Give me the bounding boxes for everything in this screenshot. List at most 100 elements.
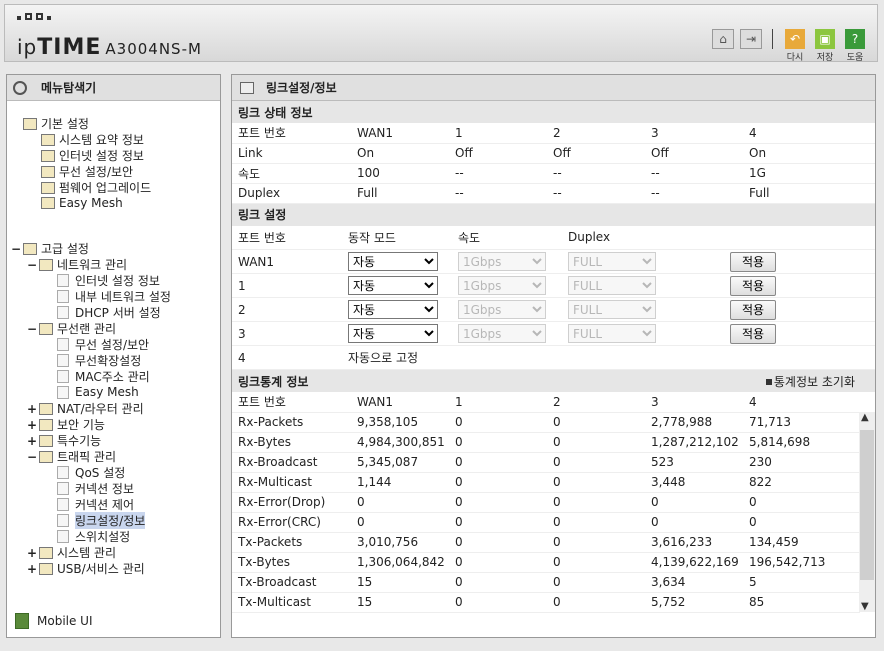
menu-special[interactable]: + 특수기능 (27, 432, 101, 449)
port-label: WAN1 (232, 249, 342, 274)
folder-icon (39, 322, 53, 335)
table-cell: Full (351, 183, 449, 204)
table-cell: Rx-Multicast (232, 472, 351, 493)
table-row: Rx-Multicast 1,144 0 0 3,448 822 (232, 472, 860, 493)
menu-traffic[interactable]: − 트래픽 관리 (27, 448, 116, 465)
mode-select[interactable]: 자동 (348, 300, 438, 319)
table-cell: 0 (743, 492, 860, 513)
menu-item[interactable]: 무선 설정/보안 (41, 163, 133, 180)
menu-security[interactable]: + 보안 기능 (27, 416, 105, 433)
menu-network[interactable]: − 네트워크 관리 (27, 256, 127, 273)
scrollbar-thumb[interactable] (860, 430, 874, 580)
help-icon: ? (845, 29, 865, 49)
column-header: 4 (743, 123, 875, 144)
menu-item[interactable]: Easy Mesh (41, 196, 123, 210)
menu-item[interactable]: DHCP 서버 설정 (57, 304, 161, 321)
folder-icon (39, 258, 53, 271)
table-cell: Rx-Broadcast (232, 452, 351, 473)
apply-button[interactable]: 적용 (730, 275, 776, 296)
table-cell: Tx-Multicast (232, 592, 351, 613)
apply-button[interactable]: 적용 (730, 251, 776, 272)
chevron-up-icon[interactable]: ▲ (861, 412, 869, 423)
table-cell: 0 (547, 492, 645, 513)
menu-item[interactable]: MAC주소 관리 (57, 368, 150, 385)
menu-usb[interactable]: + USB/서비스 관리 (27, 560, 145, 577)
folder-icon (39, 450, 53, 463)
menu-item[interactable]: Easy Mesh (57, 385, 139, 399)
sidebar-header: 메뉴탐색기 (7, 75, 220, 101)
table-cell: 5,345,087 (351, 452, 449, 473)
table-cell: 5 (743, 572, 860, 593)
menu-item[interactable]: 인터넷 설정 정보 (41, 147, 144, 164)
table-row: WAN1 자동 1Gbps FULL 적용 (232, 249, 875, 274)
table-row: Rx-Error(Drop) 0 0 0 0 0 (232, 492, 860, 513)
menu-nat[interactable]: + NAT/라우터 관리 (27, 400, 144, 417)
menu-item[interactable]: 스위치설정 (57, 528, 130, 545)
menu-item[interactable]: 무선 설정/보안 (57, 336, 149, 353)
page-icon (57, 354, 69, 367)
menu-item[interactable]: 커넥션 제어 (57, 496, 134, 513)
redo-icon: ↶ (785, 29, 805, 49)
redo-button[interactable]: ↶ 다시 (783, 29, 807, 63)
table-cell: Off (645, 143, 743, 164)
table-cell: 0 (449, 532, 547, 553)
page-icon (57, 498, 69, 511)
menu-system[interactable]: + 시스템 관리 (27, 544, 116, 561)
page-icon (57, 338, 69, 351)
mode-select[interactable]: 자동 (348, 252, 438, 271)
page-icon (41, 165, 55, 178)
apply-button[interactable]: 적용 (730, 323, 776, 344)
section-link-stats: 링크통계 정보 통계정보 초기화 (232, 370, 875, 392)
table-cell: 0 (449, 552, 547, 573)
table-cell: Tx-Bytes (232, 552, 351, 573)
table-cell: 5,814,698 (743, 432, 860, 453)
menu-item[interactable]: 커넥션 정보 (57, 480, 134, 497)
table-cell: -- (645, 163, 743, 184)
search-icon (13, 80, 27, 95)
page-title: 링크설정/정보 (232, 75, 875, 101)
mode-select[interactable]: 자동 (348, 324, 438, 343)
table-row: Tx-Packets 3,010,756 0 0 3,616,233 134,459 (232, 532, 860, 553)
logout-icon[interactable]: ⇥ (740, 29, 762, 49)
table-cell: 71,713 (743, 412, 860, 433)
folder-icon (39, 434, 53, 447)
table-cell: 0 (449, 472, 547, 493)
menu-advanced[interactable]: − 고급 설정 (11, 240, 89, 257)
menu-item[interactable]: 무선확장설정 (57, 352, 141, 369)
table-row: 속도 100 -- -- -- 1G (232, 163, 875, 184)
menu-item[interactable]: 시스템 요약 정보 (41, 131, 144, 148)
menu-item[interactable]: 내부 네트워크 설정 (57, 288, 171, 305)
help-button[interactable]: ? 도움 (843, 29, 867, 63)
menu-item[interactable]: 펌웨어 업그레이드 (41, 179, 151, 196)
chevron-down-icon[interactable]: ▼ (861, 601, 869, 612)
table-cell: Off (547, 143, 645, 164)
table-row: Tx-Bytes 1,306,064,842 0 0 4,139,622,169 196,… (232, 552, 860, 573)
page-icon (41, 149, 55, 162)
menu-basic[interactable]: 기본 설정 (23, 115, 89, 132)
menu-wireless[interactable]: − 무선랜 관리 (27, 320, 116, 337)
table-cell: -- (449, 163, 547, 184)
menu-item[interactable]: QoS 설정 (57, 464, 125, 481)
table-cell: 0 (449, 492, 547, 513)
save-button[interactable]: ▣ 저장 (813, 29, 837, 63)
mobile-ui-link[interactable]: Mobile UI (15, 613, 93, 629)
scrollbar[interactable]: ▲ ▼ (859, 412, 875, 612)
apply-button[interactable]: 적용 (730, 299, 776, 320)
table-cell: 3,010,756 (351, 532, 449, 553)
page-icon (57, 290, 69, 303)
home-icon[interactable]: ⌂ (712, 29, 734, 49)
column-header: 4 (743, 392, 860, 413)
speed-select: 1Gbps (458, 300, 546, 319)
reset-stats-button[interactable]: 통계정보 초기화 (766, 373, 855, 390)
menu-item-selected[interactable]: 링크설정/정보 (57, 512, 146, 529)
menu-item[interactable]: 인터넷 설정 정보 (57, 272, 160, 289)
table-cell: 0 (449, 592, 547, 613)
page-icon (57, 306, 69, 319)
folder-icon (23, 242, 37, 255)
table-cell: 0 (547, 412, 645, 433)
page-icon (41, 133, 55, 146)
mode-select[interactable]: 자동 (348, 276, 438, 295)
speed-select: 1Gbps (458, 252, 546, 271)
save-icon: ▣ (815, 29, 835, 49)
column-header: WAN1 (351, 392, 449, 413)
